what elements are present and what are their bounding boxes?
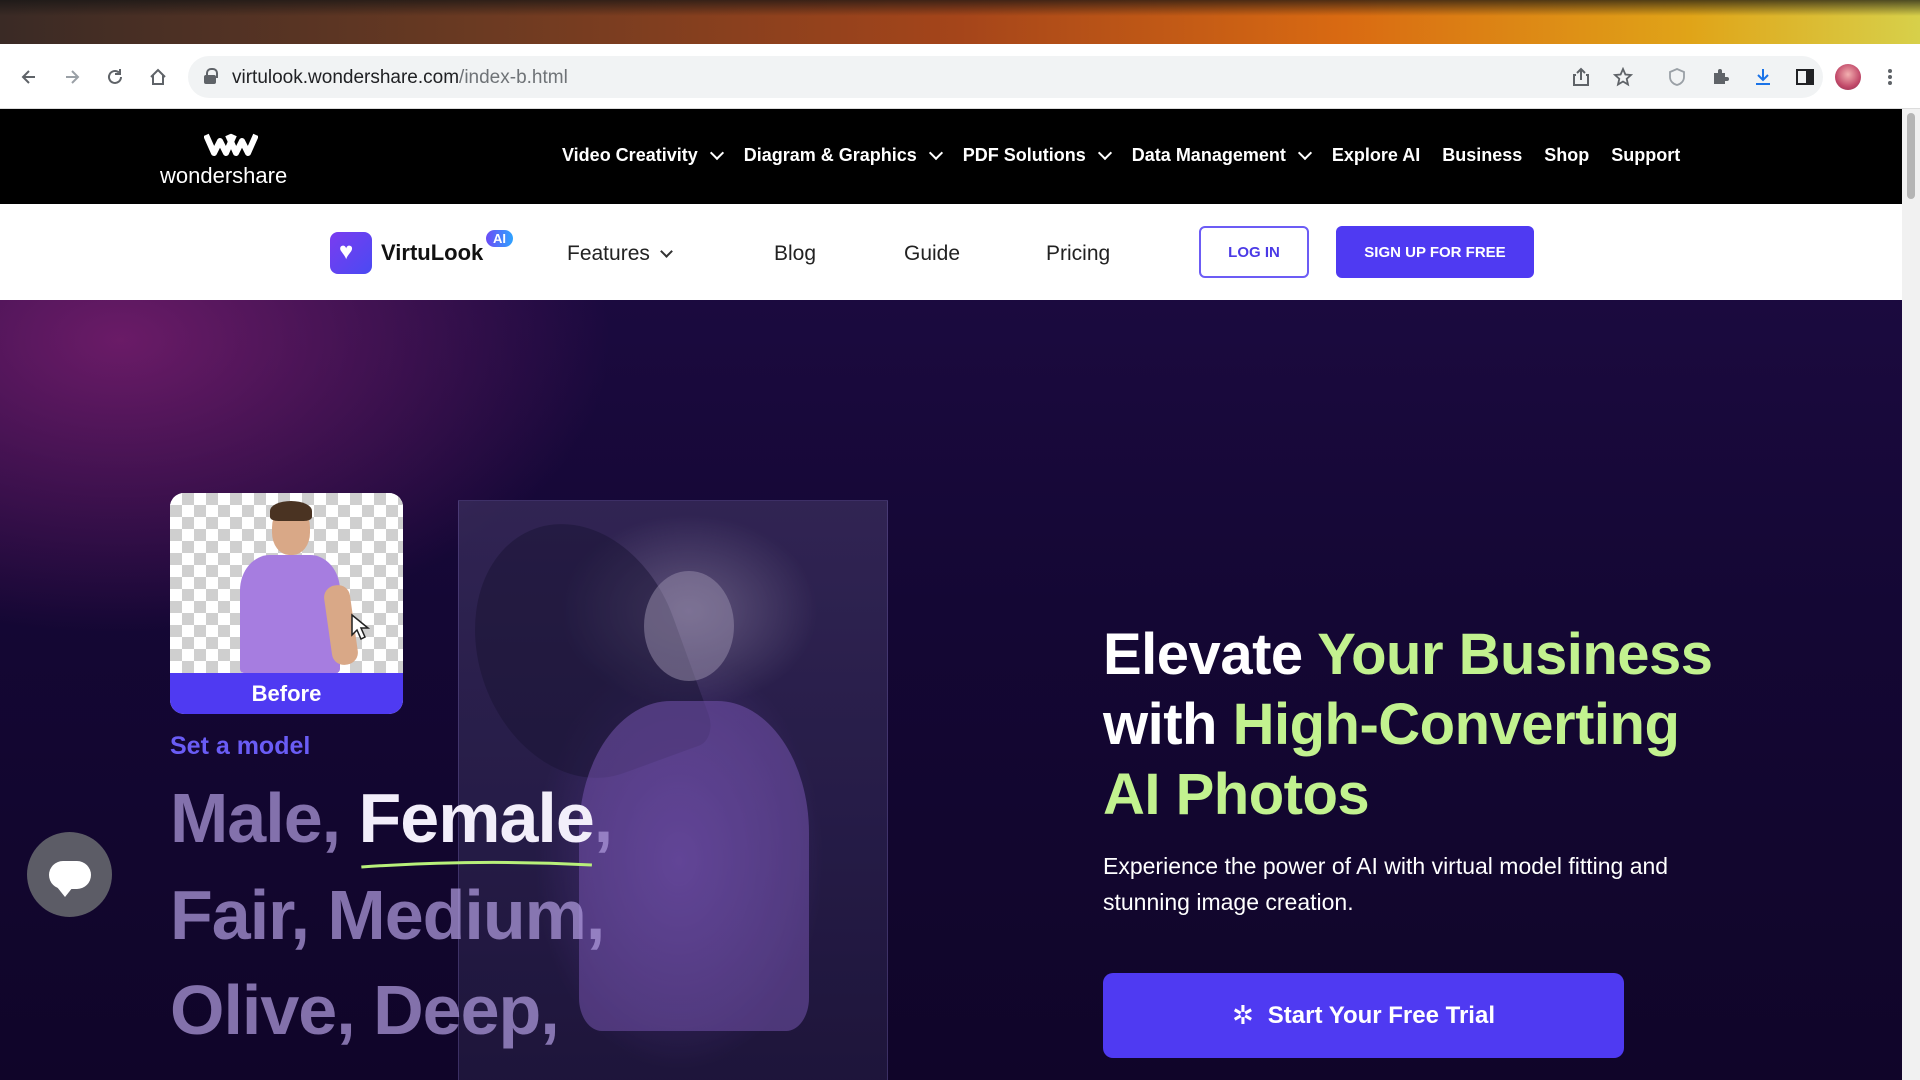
cta-label: Start Your Free Trial (1267, 1001, 1495, 1029)
star-icon[interactable] (1608, 62, 1638, 92)
lock-icon[interactable] (204, 68, 218, 84)
nav-diagram-graphics[interactable]: Diagram & Graphics (743, 145, 943, 166)
nav-label: Diagram & Graphics (743, 145, 917, 165)
nav-support[interactable]: Support (1611, 145, 1680, 166)
chat-icon (48, 860, 91, 897)
wondershare-logo-icon (204, 133, 258, 156)
login-button[interactable]: LOG IN (1199, 226, 1309, 278)
cursor-icon (351, 613, 371, 641)
nav-data-management[interactable]: Data Management (1131, 145, 1312, 166)
wondershare-header: wondershare Video Creativity Diagram & G… (0, 109, 1902, 204)
ai-badge: AI (486, 230, 513, 247)
model-options-line-3: Olive, Deep, (170, 971, 560, 1049)
hero-headline: Elevate Your Business with High-Converti… (1103, 620, 1823, 830)
headline-part-1: Elevate (1103, 622, 1318, 687)
chat-widget-button[interactable] (27, 832, 112, 917)
share-icon[interactable] (1566, 62, 1596, 92)
headline-part-3: with (1103, 692, 1233, 757)
sidebar-icon[interactable] (1790, 62, 1820, 92)
headline-part-4: High-Converting (1232, 692, 1680, 757)
virtulook-logo-icon[interactable] (330, 232, 372, 274)
highlight-underline (360, 860, 592, 869)
nav-label: PDF Solutions (962, 145, 1086, 165)
option-male: Male, (170, 779, 359, 857)
chevron-down-icon (660, 245, 673, 258)
nav-label: Business (1442, 145, 1523, 165)
home-icon[interactable] (143, 62, 173, 92)
hero-section: Before Set a model Male, Female, Fair, M… (0, 300, 1902, 1080)
model-body-shape (579, 701, 809, 1031)
option-female-wrap: Female (358, 779, 595, 869)
url-text[interactable]: virtulook.wondershare.com/index-b.html (232, 67, 568, 89)
model-options-line-1: Male, Female, (170, 778, 613, 869)
model-face-shape (644, 571, 734, 681)
product-nav: VirtuLook AI Features Blog Guide Pricing… (0, 204, 1902, 300)
model-hair (270, 501, 312, 521)
wondershare-logo-text: wondershare (160, 163, 288, 188)
nav-label: Data Management (1131, 145, 1286, 165)
hero-subheading: Experience the power of AI with virtual … (1103, 853, 1669, 915)
download-icon[interactable] (1748, 62, 1778, 92)
start-free-trial-button[interactable]: ✲ Start Your Free Trial (1103, 973, 1624, 1058)
signup-button[interactable]: SIGN UP FOR FREE (1336, 226, 1534, 278)
url-path: /index-b.html (459, 67, 568, 88)
nav-guide[interactable]: Guide (904, 242, 960, 266)
shield-icon[interactable] (1662, 62, 1692, 92)
nav-label: Support (1611, 145, 1681, 165)
headline-part-2: Your Business (1317, 622, 1713, 687)
nav-pdf-solutions[interactable]: PDF Solutions (962, 145, 1112, 166)
wondershare-logo[interactable]: wondershare (160, 129, 300, 189)
chevron-down-icon (1097, 145, 1112, 160)
avatar (1835, 64, 1861, 90)
nav-video-creativity[interactable]: Video Creativity (562, 145, 724, 166)
desktop-wallpaper-strip (0, 0, 1920, 44)
nav-label: Video Creativity (562, 145, 698, 165)
nav-business[interactable]: Business (1442, 145, 1522, 166)
nav-pricing[interactable]: Pricing (1046, 242, 1110, 266)
browser-toolbar: virtulook.wondershare.com/index-b.html (0, 44, 1920, 109)
forward-icon[interactable] (57, 62, 87, 92)
before-label: Before (170, 673, 403, 714)
profile-avatar[interactable] (1833, 62, 1863, 92)
extensions-icon[interactable] (1705, 62, 1735, 92)
virtulook-brand[interactable]: VirtuLook (381, 240, 483, 266)
set-model-label: Set a model (170, 732, 311, 760)
chevron-down-icon (1297, 145, 1312, 160)
wondershare-nav: Video Creativity Diagram & Graphics PDF … (562, 145, 1702, 166)
sparkle-icon: ✲ (1232, 1000, 1254, 1030)
nav-label: Shop (1544, 145, 1590, 165)
back-icon[interactable] (14, 62, 44, 92)
model-options-line-2: Fair, Medium, (170, 876, 605, 954)
nav-features[interactable]: Features (567, 242, 673, 266)
reload-icon[interactable] (100, 62, 130, 92)
chevron-down-icon (928, 145, 943, 160)
url-host: virtulook.wondershare.com (232, 67, 460, 88)
chevron-down-icon (709, 145, 724, 160)
scrollbar-thumb[interactable] (1907, 113, 1915, 199)
headline-part-5: AI Photos (1103, 762, 1370, 827)
nav-shop[interactable]: Shop (1544, 145, 1589, 166)
model-shirt (240, 555, 340, 673)
nav-explore-ai[interactable]: Explore AI (1332, 145, 1420, 166)
page-scrollbar[interactable] (1902, 109, 1920, 1080)
menu-icon[interactable] (1875, 62, 1905, 92)
option-comma: , (593, 779, 613, 857)
nav-label: Explore AI (1331, 145, 1421, 165)
option-female: Female (358, 779, 595, 857)
nav-features-label: Features (567, 242, 650, 265)
before-image-card: Before (170, 493, 403, 714)
nav-blog[interactable]: Blog (774, 242, 816, 266)
